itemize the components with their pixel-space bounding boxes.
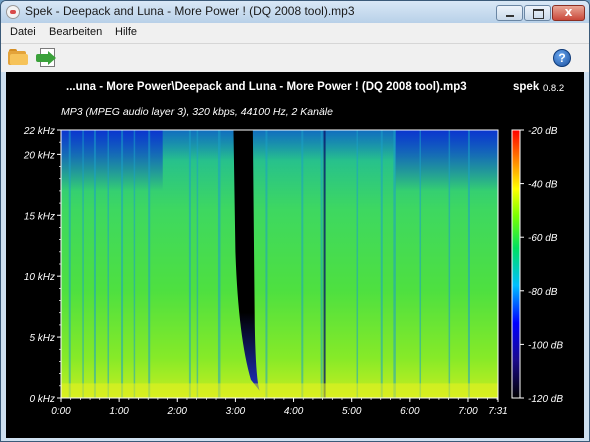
x-tick-label: 5:00 <box>342 406 362 417</box>
help-icon[interactable]: ? <box>553 49 571 67</box>
x-tick-label: 0:00 <box>51 406 71 417</box>
y-tick-label: 10 kHz <box>24 272 55 283</box>
toolbar: ? <box>1 44 589 72</box>
x-tick-label: 4:00 <box>284 406 304 417</box>
maximize-button[interactable] <box>524 5 551 21</box>
y-tick-label: 22 kHz <box>23 126 55 137</box>
spectral-streak <box>196 130 199 398</box>
spectral-streak <box>448 130 451 398</box>
spectral-streak <box>419 130 422 398</box>
spectral-streak <box>265 130 268 398</box>
window-title: Spek - Deepack and Luna - More Power ! (… <box>25 4 355 18</box>
x-tick-label: 2:00 <box>167 406 188 417</box>
x-tick-label: 7:31 <box>488 406 507 417</box>
folder-open-icon[interactable] <box>8 49 28 65</box>
save-export-icon[interactable] <box>36 48 57 68</box>
title-bar[interactable]: Spek - Deepack and Luna - More Power ! (… <box>1 1 589 23</box>
spectral-streak <box>133 130 136 398</box>
menu-hilfe[interactable]: Hilfe <box>115 26 137 38</box>
colorbar-tick-label: -80 dB <box>528 287 558 298</box>
spectral-streak <box>393 130 396 398</box>
spek-app-icon <box>6 5 20 19</box>
colorbar-tick-label: -120 dB <box>528 394 563 405</box>
menu-bar: Datei Bearbeiten Hilfe <box>1 23 589 44</box>
y-tick-label: 0 kHz <box>29 394 55 405</box>
dark-line <box>323 130 326 398</box>
hf-band-left <box>61 130 163 191</box>
colorbar-tick-label: -40 dB <box>528 180 558 191</box>
colorbar-tick-label: -100 dB <box>528 340 563 351</box>
spectral-streak <box>380 130 383 398</box>
low-frequency-band <box>61 383 498 398</box>
spectral-streak <box>93 130 96 398</box>
colorbar-tick-label: -60 dB <box>528 233 558 244</box>
x-tick-label: 1:00 <box>109 406 129 417</box>
menu-bearbeiten[interactable]: Bearbeiten <box>49 26 102 38</box>
spectral-streak <box>68 130 71 398</box>
hf-band-right <box>395 130 498 191</box>
spectrogram-panel: ...una - More Power\Deepack and Luna - M… <box>6 72 584 438</box>
spectral-streak <box>467 130 470 398</box>
y-tick-label: 20 kHz <box>23 150 55 161</box>
spectral-streak <box>188 130 191 398</box>
spectral-streak <box>320 130 323 398</box>
spectral-streak <box>121 130 124 398</box>
minimize-button[interactable] <box>496 5 523 21</box>
spectral-streak <box>301 130 304 398</box>
colorbar <box>511 129 521 399</box>
colorbar-tick-label: -20 dB <box>528 126 558 137</box>
y-tick-label: 5 kHz <box>29 333 55 344</box>
spectral-streak <box>217 130 221 398</box>
x-tick-label: 3:00 <box>226 406 246 417</box>
x-tick-label: 6:00 <box>400 406 420 417</box>
spectrogram-chart: 0 kHz 5 kHz 10 kHz 15 kHz 20 kHz 22 kHz 0:00 1:… <box>23 126 563 417</box>
close-icon: x <box>564 5 573 19</box>
maximize-icon <box>533 9 544 19</box>
spek-window: Spek - Deepack and Luna - More Power ! (… <box>0 0 590 442</box>
spectral-streak <box>82 130 84 398</box>
y-tick-label: 15 kHz <box>24 211 55 222</box>
spectral-streak <box>107 130 110 398</box>
spectral-streak <box>356 130 359 398</box>
close-button[interactable]: x <box>552 5 585 21</box>
minimize-icon <box>506 15 514 17</box>
x-tick-label: 7:00 <box>458 406 478 417</box>
menu-datei[interactable]: Datei <box>10 26 36 38</box>
spectral-streak <box>148 130 151 398</box>
